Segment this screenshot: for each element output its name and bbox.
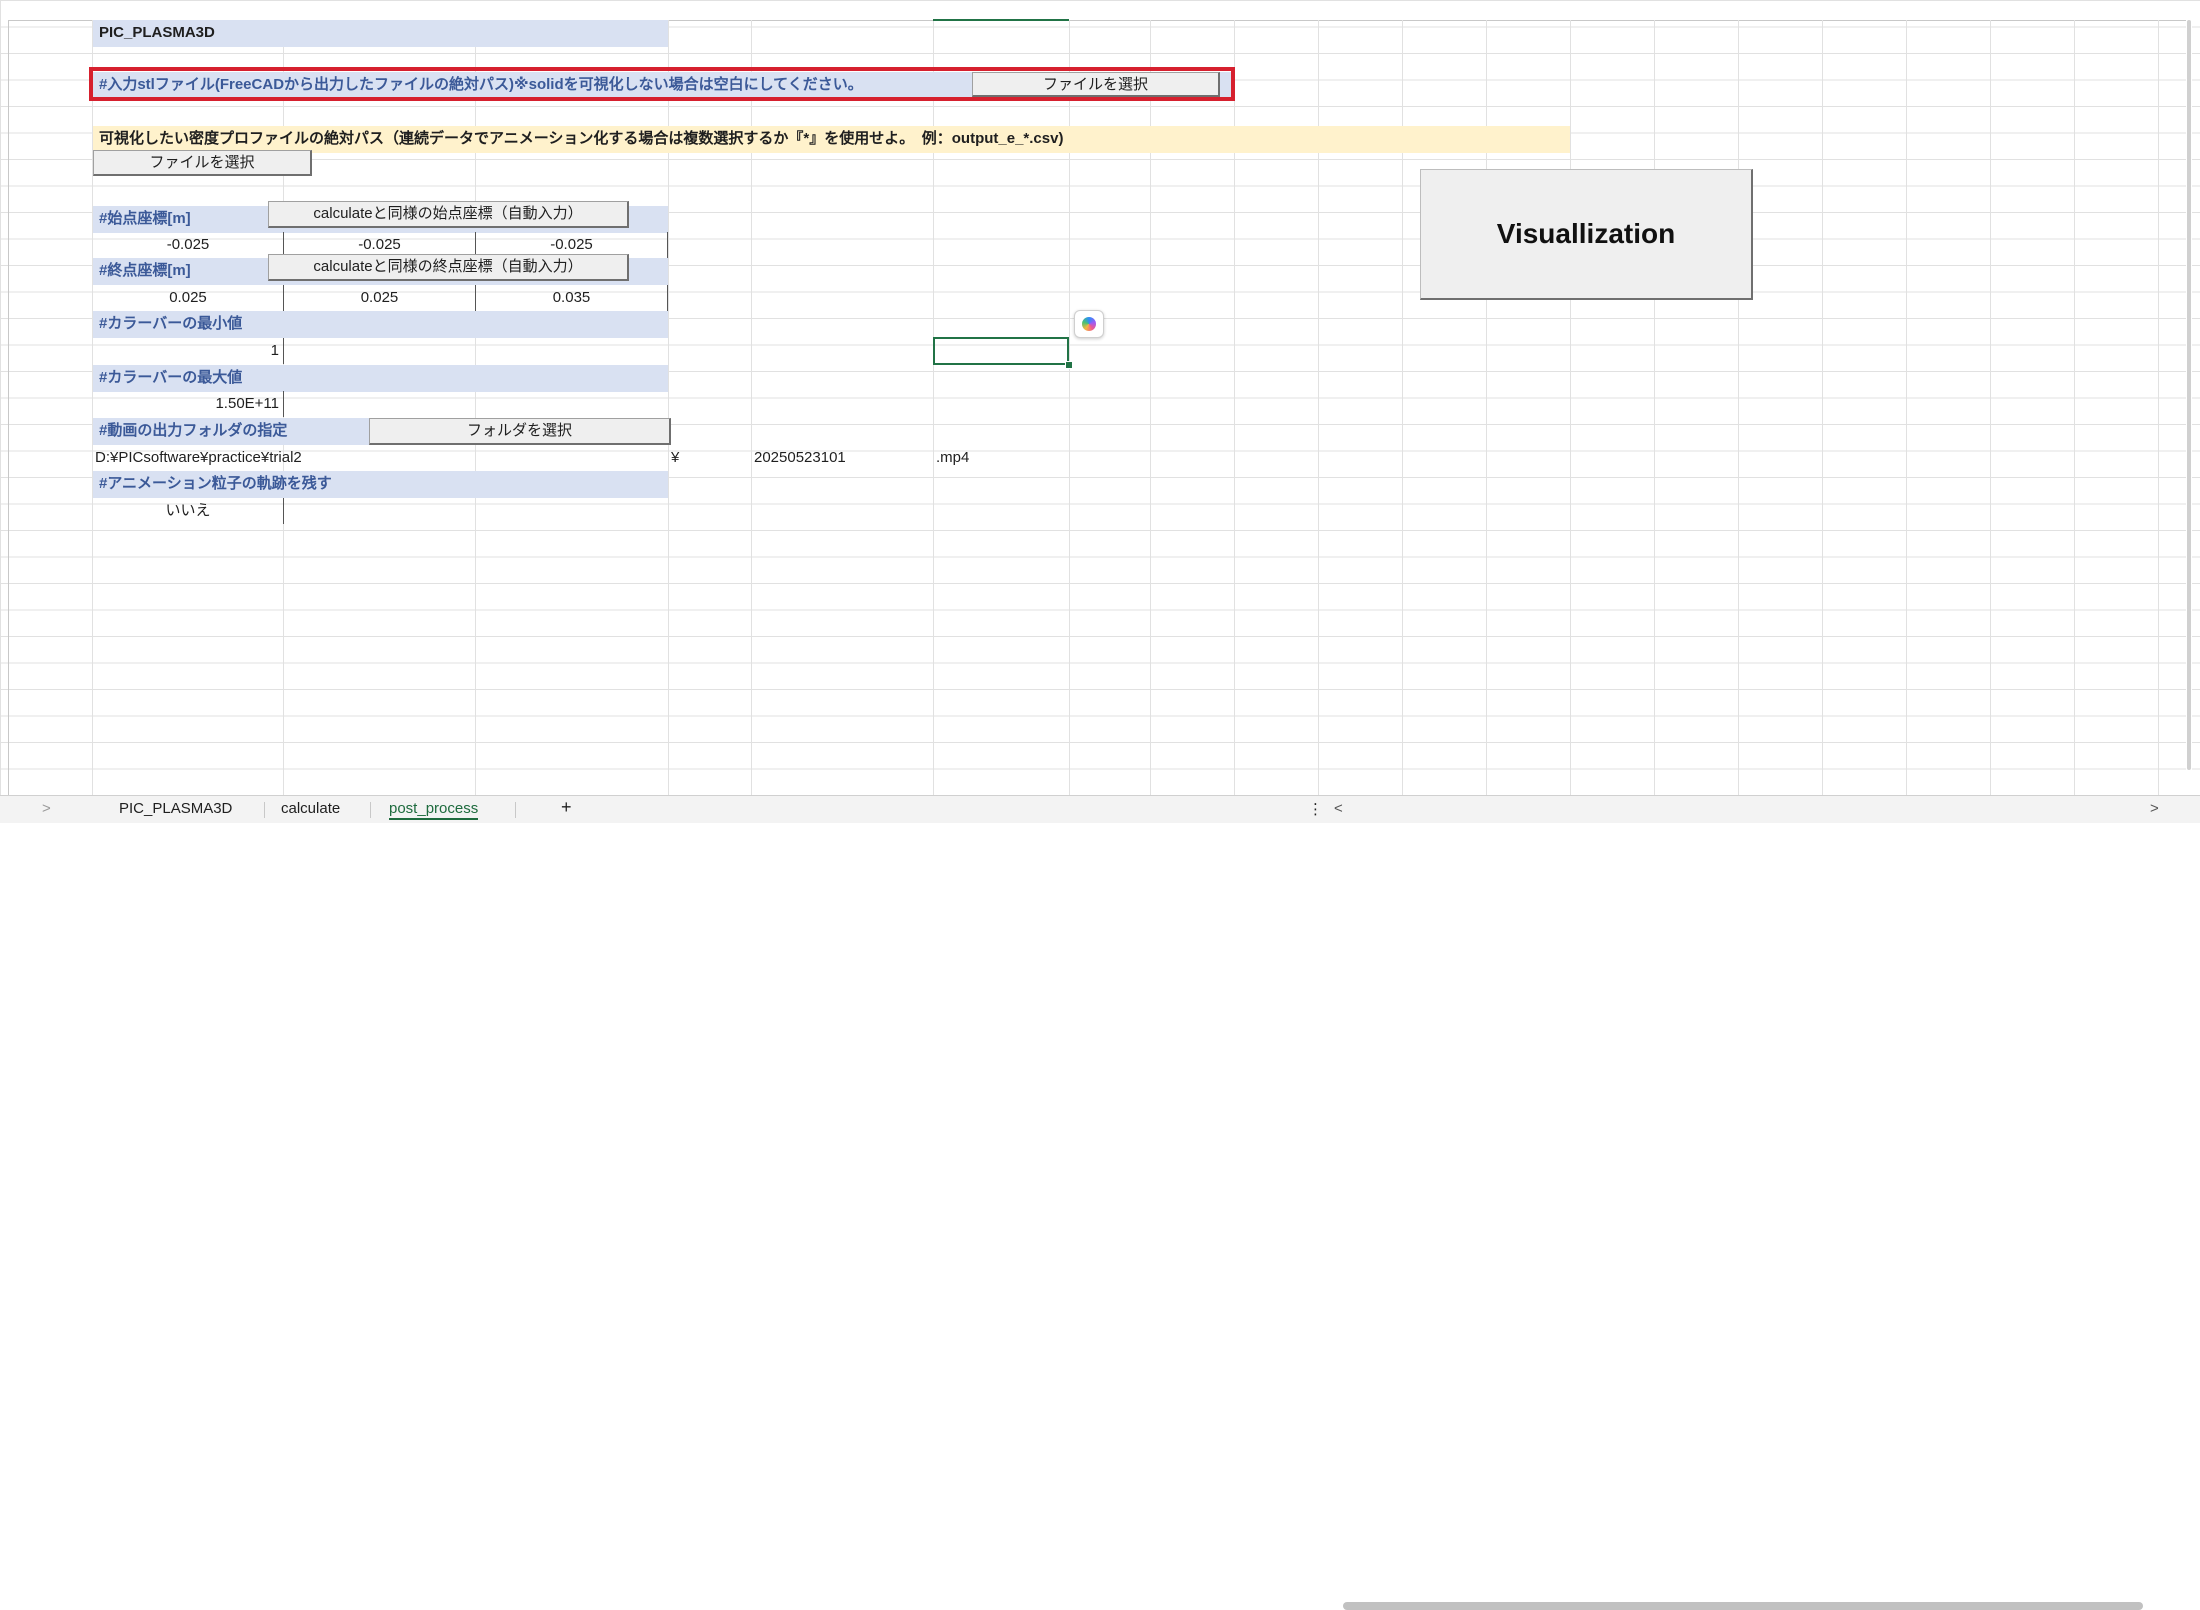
- column-divider: [2074, 20, 2075, 795]
- title-cell[interactable]: PIC_PLASMA3D: [93, 20, 668, 47]
- visualization-button[interactable]: Visuallization: [1420, 169, 1753, 300]
- tab-divider: [264, 802, 265, 818]
- add-sheet-button[interactable]: +: [561, 797, 572, 818]
- tab-scroll-right-icon[interactable]: >: [42, 800, 51, 817]
- end-y-value[interactable]: 0.025: [284, 285, 476, 311]
- selected-column-indicator: [933, 19, 1069, 21]
- active-cell-selection[interactable]: [933, 337, 1069, 365]
- tab-calculate[interactable]: calculate: [281, 800, 340, 817]
- column-divider: [1822, 20, 1823, 795]
- particle-trail-value[interactable]: いいえ: [93, 498, 284, 524]
- more-options-icon[interactable]: ⋮: [1308, 800, 1323, 818]
- path-separator-cell[interactable]: ¥: [671, 445, 711, 471]
- end-x-value[interactable]: 0.025: [93, 285, 284, 311]
- output-folder-select-button[interactable]: フォルダを選択: [369, 418, 671, 445]
- column-divider: [1570, 20, 1571, 795]
- start-x-value[interactable]: -0.025: [93, 232, 284, 258]
- spreadsheet-grid[interactable]: PIC_PLASMA3D #入力stlファイル(FreeCADから出力したファイ…: [0, 0, 2200, 795]
- tab-divider: [515, 802, 516, 818]
- column-divider: [1990, 20, 1991, 795]
- column-divider: [1738, 20, 1739, 795]
- fill-handle[interactable]: [1065, 361, 1073, 369]
- colorbar-max-label[interactable]: #カラーバーの最大値: [93, 365, 668, 392]
- horizontal-scrollbar-thumb[interactable]: [1343, 1602, 2143, 1610]
- sheet-tab-bar: > PIC_PLASMA3D calculate post_process + …: [0, 795, 2200, 1610]
- density-file-select-button[interactable]: ファイルを選択: [93, 150, 312, 176]
- particle-trail-label[interactable]: #アニメーション粒子の軌跡を残す: [93, 471, 668, 498]
- file-stem-cell[interactable]: 20250523101: [754, 445, 924, 471]
- end-z-value[interactable]: 0.035: [476, 285, 668, 311]
- scroll-right-arrow-icon[interactable]: >: [2150, 800, 2159, 817]
- colorbar-min-label[interactable]: #カラーバーの最小値: [93, 311, 668, 338]
- column-divider: [2158, 20, 2159, 795]
- column-divider: [1906, 20, 1907, 795]
- density-profile-label[interactable]: 可視化したい密度プロファイルの絶対パス（連続データでアニメーション化する場合は複…: [93, 126, 1570, 153]
- stl-file-select-button[interactable]: ファイルを選択: [972, 72, 1220, 97]
- tab-pic-plasma3d[interactable]: PIC_PLASMA3D: [119, 800, 232, 817]
- start-coordinate-autofill-button[interactable]: calculateと同様の始点座標（自動入力）: [268, 201, 629, 228]
- tab-divider: [370, 802, 371, 818]
- tab-post-process[interactable]: post_process: [389, 800, 479, 820]
- copilot-logo-icon: [1082, 317, 1096, 331]
- output-path-cell[interactable]: D:¥PICsoftware¥practice¥trial2: [93, 445, 668, 471]
- end-coordinate-autofill-button[interactable]: calculateと同様の終点座標（自動入力）: [268, 254, 629, 281]
- grid-left-border: [8, 20, 9, 795]
- copilot-icon[interactable]: [1074, 310, 1104, 338]
- vertical-scrollbar-thumb[interactable]: [2187, 20, 2191, 770]
- file-extension-cell[interactable]: .mp4: [936, 445, 1056, 471]
- colorbar-min-value[interactable]: 1: [93, 338, 284, 364]
- colorbar-max-value[interactable]: 1.50E+11: [93, 391, 284, 417]
- scroll-left-arrow-icon[interactable]: <: [1334, 800, 1343, 817]
- column-divider: [1654, 20, 1655, 795]
